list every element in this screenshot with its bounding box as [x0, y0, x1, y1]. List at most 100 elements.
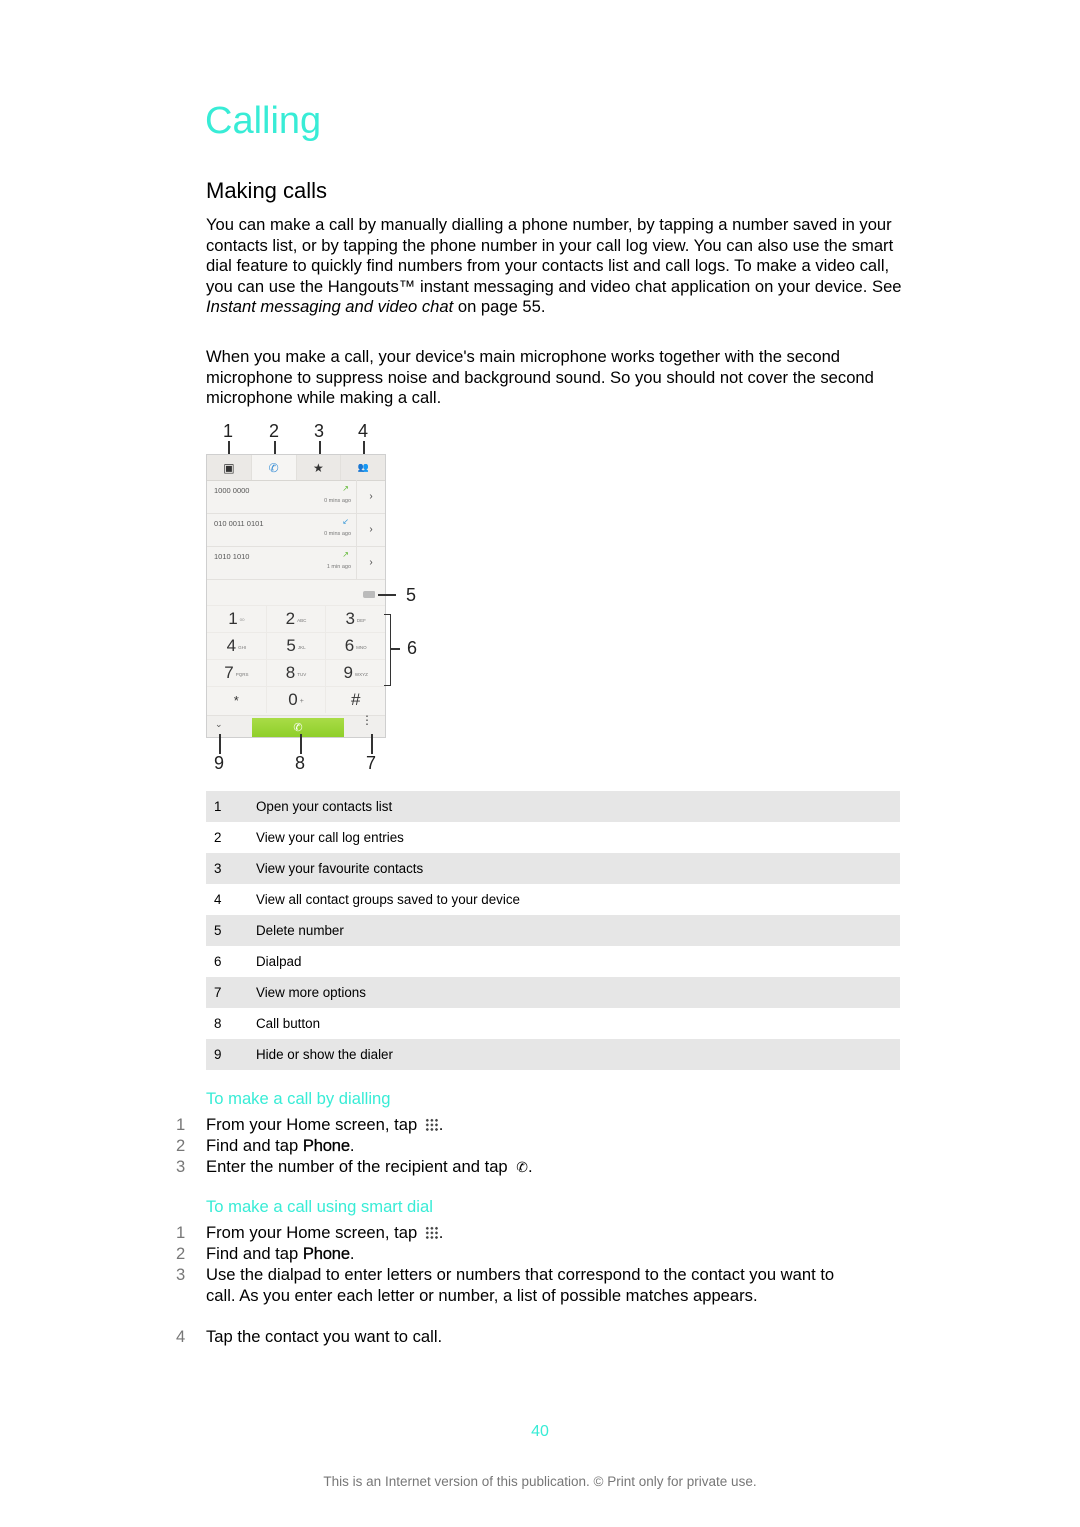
- key-digit: 3: [345, 609, 355, 628]
- dialpad-key[interactable]: 0 +: [267, 687, 327, 713]
- tab-call-log[interactable]: ✆: [251, 455, 297, 480]
- tab-groups[interactable]: 👥: [341, 455, 385, 480]
- dialer-tabs: ▣ ✆ ★ 👥: [207, 455, 385, 481]
- legend-number: 5: [214, 923, 222, 938]
- key-digit: 2: [285, 609, 296, 628]
- call-button[interactable]: ✆: [252, 718, 344, 737]
- leader-line: [390, 648, 400, 650]
- dialpad-key[interactable]: 7 PQRS: [207, 660, 267, 686]
- groups-icon: 👥: [357, 462, 369, 472]
- procedure-step: 3 Enter the number of the recipient and t…: [176, 1157, 896, 1178]
- dialpad-key[interactable]: 2 ABC: [267, 606, 327, 632]
- dialpad-bracket: [384, 614, 391, 686]
- dialpad-key[interactable]: 9 WXYZ: [326, 660, 385, 686]
- legend-row: 2 View your call log entries: [206, 822, 900, 853]
- step-punct: .: [349, 1136, 355, 1155]
- legend-number: 1: [214, 799, 222, 814]
- dialpad-key[interactable]: #: [326, 687, 385, 713]
- dialpad-key[interactable]: 4 GHI: [207, 633, 267, 659]
- step-text: Enter the number of the recipient and ta…: [206, 1157, 513, 1176]
- key-digit: *: [233, 692, 239, 708]
- step-number: 3: [176, 1265, 186, 1284]
- key-letters: +: [299, 697, 304, 705]
- legend-text: Call button: [256, 1016, 321, 1031]
- callout-legend-table: 1 Open your contacts list 2 View your call…: [206, 791, 900, 1070]
- dialpad-key[interactable]: 5 JKL: [267, 633, 327, 659]
- key-digit: #: [350, 690, 361, 709]
- legend-text: View all contact groups saved to your de…: [256, 892, 520, 907]
- outgoing-call-icon: ↗: [342, 484, 349, 493]
- outgoing-call-icon: ↗: [342, 550, 349, 559]
- legend-text: Hide or show the dialer: [256, 1047, 393, 1062]
- chevron-right-icon[interactable]: ›: [356, 546, 385, 579]
- page-number: 40: [531, 1423, 549, 1440]
- legend-number: 4: [214, 892, 222, 907]
- callout-8: 8: [294, 753, 305, 773]
- more-options-icon[interactable]: ⋮: [361, 714, 373, 726]
- procedure-step: 4 Tap the contact you want to call.: [176, 1327, 896, 1348]
- callout-1: 1: [222, 421, 233, 441]
- step-number: 2: [176, 1244, 186, 1263]
- step-punct: .: [528, 1157, 533, 1176]
- step-number: 1: [176, 1223, 186, 1242]
- tab-favourites[interactable]: ★: [297, 455, 342, 480]
- dialpad-key[interactable]: 6 MNO: [326, 633, 385, 659]
- backspace-icon[interactable]: [363, 591, 375, 598]
- callout-3: 3: [313, 421, 324, 441]
- legend-number: 3: [214, 861, 222, 876]
- call-number: 010 0011 0101: [214, 519, 264, 528]
- chevron-down-icon[interactable]: ⌄: [215, 719, 223, 730]
- call-log-entry[interactable]: 010 0011 0101 ↙ 0 mins ago ›: [207, 513, 385, 547]
- legend-row: 1 Open your contacts list: [206, 791, 900, 822]
- step-text: Use the dialpad to enter letters or numb…: [206, 1265, 835, 1305]
- key-letters: TUV: [297, 671, 307, 677]
- legend-number: 8: [214, 1016, 222, 1031]
- key-letters: MNO: [356, 644, 367, 650]
- legend-row: 9 Hide or show the dialer: [206, 1039, 900, 1070]
- dialer-bottom-bar: ⌄ ✆ ⋮: [207, 714, 385, 737]
- step-text: Find and tap: [206, 1244, 303, 1263]
- procedure-title-smart-dial: To make a call using smart dial: [206, 1197, 433, 1216]
- call-time: 0 mins ago: [324, 498, 351, 504]
- key-letters: DEF: [356, 617, 366, 623]
- chevron-right-icon[interactable]: ›: [356, 480, 385, 513]
- legend-text: Open your contacts list: [256, 799, 393, 814]
- tab-contacts[interactable]: ▣: [207, 455, 252, 480]
- step-text: Find and tap: [206, 1136, 303, 1155]
- legend-row: 6 Dialpad: [206, 946, 900, 977]
- legend-number: 6: [214, 954, 222, 969]
- legend-row: 4 View all contact groups saved to your d…: [206, 884, 900, 915]
- favourites-star-icon: ★: [312, 460, 324, 475]
- callout-5: 5: [405, 585, 416, 605]
- dialpad-key[interactable]: *: [207, 687, 267, 713]
- callout-6: 6: [406, 638, 417, 658]
- call-log-entry[interactable]: 1010 1010 ↗ 1 min ago ›: [207, 546, 385, 580]
- legend-text: View more options: [256, 985, 366, 1000]
- procedure-title-dialling: To make a call by dialling: [206, 1089, 391, 1108]
- intro-text: You can make a call by manually dialling…: [206, 215, 902, 296]
- cross-reference-link[interactable]: Instant messaging and video chat: [206, 297, 453, 316]
- key-digit: 1: [228, 609, 238, 628]
- legend-number: 9: [214, 1047, 222, 1062]
- step-text: Tap the contact you want to call.: [206, 1327, 443, 1346]
- chapter-title: Calling: [205, 100, 322, 142]
- call-time: 1 min ago: [326, 564, 351, 570]
- procedure-step: 1 From your Home screen, tap .: [176, 1223, 896, 1244]
- chevron-right-icon[interactable]: ›: [356, 513, 385, 546]
- dialpad-key[interactable]: 3 DEF: [326, 606, 385, 632]
- legend-row: 3 View your favourite contacts: [206, 853, 900, 884]
- procedure-step: 2 Find and tap Phone.: [176, 1244, 896, 1265]
- phone-dialer-screenshot: ▣ ✆ ★ 👥 1000 0000 ↗ 0 mins ago › 010 001…: [206, 454, 386, 738]
- key-digit: 6: [344, 636, 355, 655]
- microphone-paragraph: When you make a call, your device's main…: [206, 347, 874, 408]
- leader-line: [219, 734, 221, 754]
- dialpad-key[interactable]: 1 ᴼᴼ: [207, 606, 267, 632]
- leader-line: [371, 734, 373, 754]
- legend-text: View your favourite contacts: [256, 861, 424, 876]
- callout-9: 9: [213, 753, 224, 773]
- callout-4: 4: [357, 421, 368, 441]
- legend-row: 7 View more options: [206, 977, 900, 1008]
- call-log-entry[interactable]: 1000 0000 ↗ 0 mins ago ›: [207, 480, 385, 514]
- intro-text-end: on page 55.: [453, 297, 546, 317]
- dialpad-key[interactable]: 8 TUV: [267, 660, 327, 686]
